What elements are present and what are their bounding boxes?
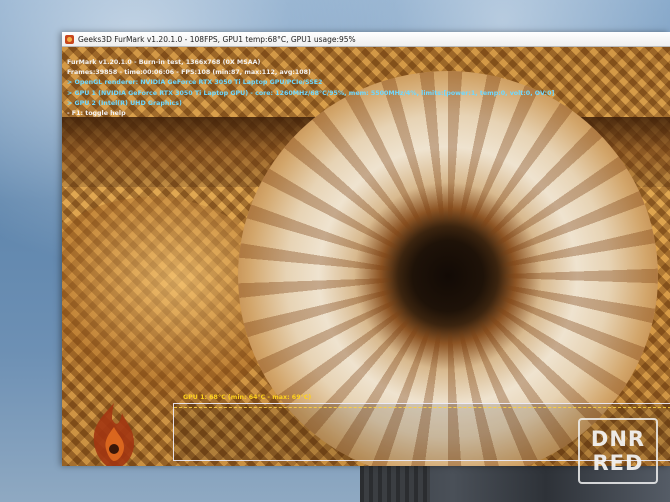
logo-eye (109, 444, 119, 454)
overlay-line-frames: Frames:39858 - time:00:06:06 - FPS:108 (… (67, 69, 311, 77)
overlay-line-help: - F1: toggle help (67, 110, 126, 118)
overlay-info: FurMark v1.20.1.0 - Burn-in test, 1366x7… (67, 58, 555, 119)
overlay-line-title: FurMark v1.20.1.0 - Burn-in test, 1366x7… (67, 59, 261, 66)
window-title: Geeks3D FurMark v1.20.1.0 - 108FPS, GPU1… (78, 34, 356, 44)
temperature-trace (174, 407, 670, 409)
watermark-line-1: DNR (590, 427, 646, 451)
overlay-line-renderer: > OpenGL renderer: NVIDIA GeForce RTX 30… (67, 79, 323, 87)
temperature-graph-label: GPU 1: 68°C (min: 64°C - max: 69°C) (183, 394, 312, 401)
furmark-window[interactable]: Geeks3D FurMark v1.20.1.0 - 108FPS, GPU1… (62, 32, 670, 466)
furmark-logo (93, 403, 134, 466)
title-bar[interactable]: Geeks3D FurMark v1.20.1.0 - 108FPS, GPU1… (62, 32, 670, 47)
watermark-line-2: RED (592, 451, 644, 475)
furmark-app-icon (65, 34, 74, 44)
overlay-line-gpu2: > GPU 2 (Intel(R) UHD Graphics) (67, 99, 182, 107)
overlay-line-gpu1: > GPU 1 (NVIDIA GeForce RTX 3050 Ti Lapt… (67, 89, 555, 97)
watermark-logo: DNR RED (578, 418, 658, 484)
